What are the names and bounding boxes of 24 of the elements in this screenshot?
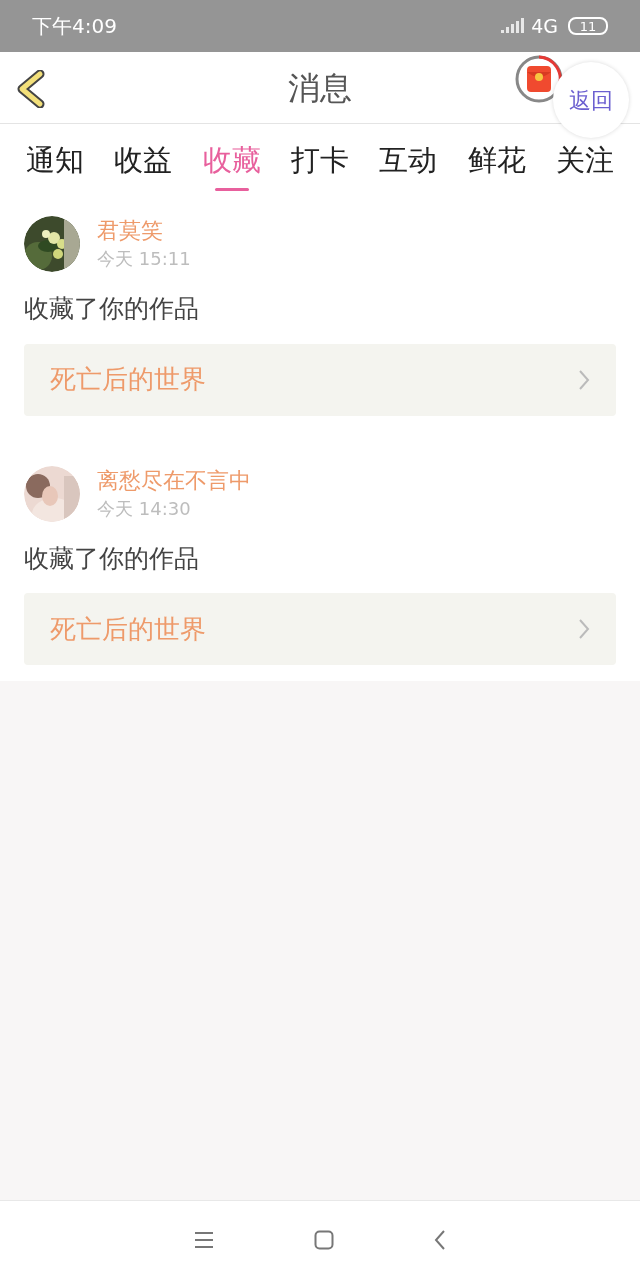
tab[interactable]: 打卡: [291, 143, 349, 191]
network-label: 4G: [531, 13, 558, 39]
chevron-right-icon: [578, 618, 590, 640]
page-title: 消息: [288, 67, 352, 109]
back-icon[interactable]: [16, 70, 46, 108]
tab[interactable]: 鲜花: [467, 143, 526, 191]
home-icon[interactable]: [314, 1229, 334, 1250]
battery-icon: 11: [568, 17, 608, 35]
message-text: 收藏了你的作品: [24, 293, 200, 325]
tab[interactable]: 通知: [26, 143, 84, 191]
return-button[interactable]: 返回: [553, 62, 629, 138]
signal-icon: [501, 17, 526, 35]
work-title: 死亡后的世界: [50, 363, 206, 396]
work-title: 死亡后的世界: [50, 612, 206, 646]
status-time: 下午4:09: [32, 13, 117, 40]
tab[interactable]: 互动: [379, 143, 438, 191]
message-text: 收藏了你的作品: [24, 542, 200, 575]
chevron-right-icon: [578, 368, 590, 391]
tab[interactable]: 收益: [114, 143, 173, 191]
message-time: 今天 15:11: [97, 247, 191, 271]
message-time: 今天 14:30: [97, 496, 192, 521]
tab[interactable]: 关注: [555, 143, 614, 191]
menu-icon[interactable]: [194, 1230, 214, 1249]
back-nav-icon[interactable]: [434, 1229, 446, 1250]
